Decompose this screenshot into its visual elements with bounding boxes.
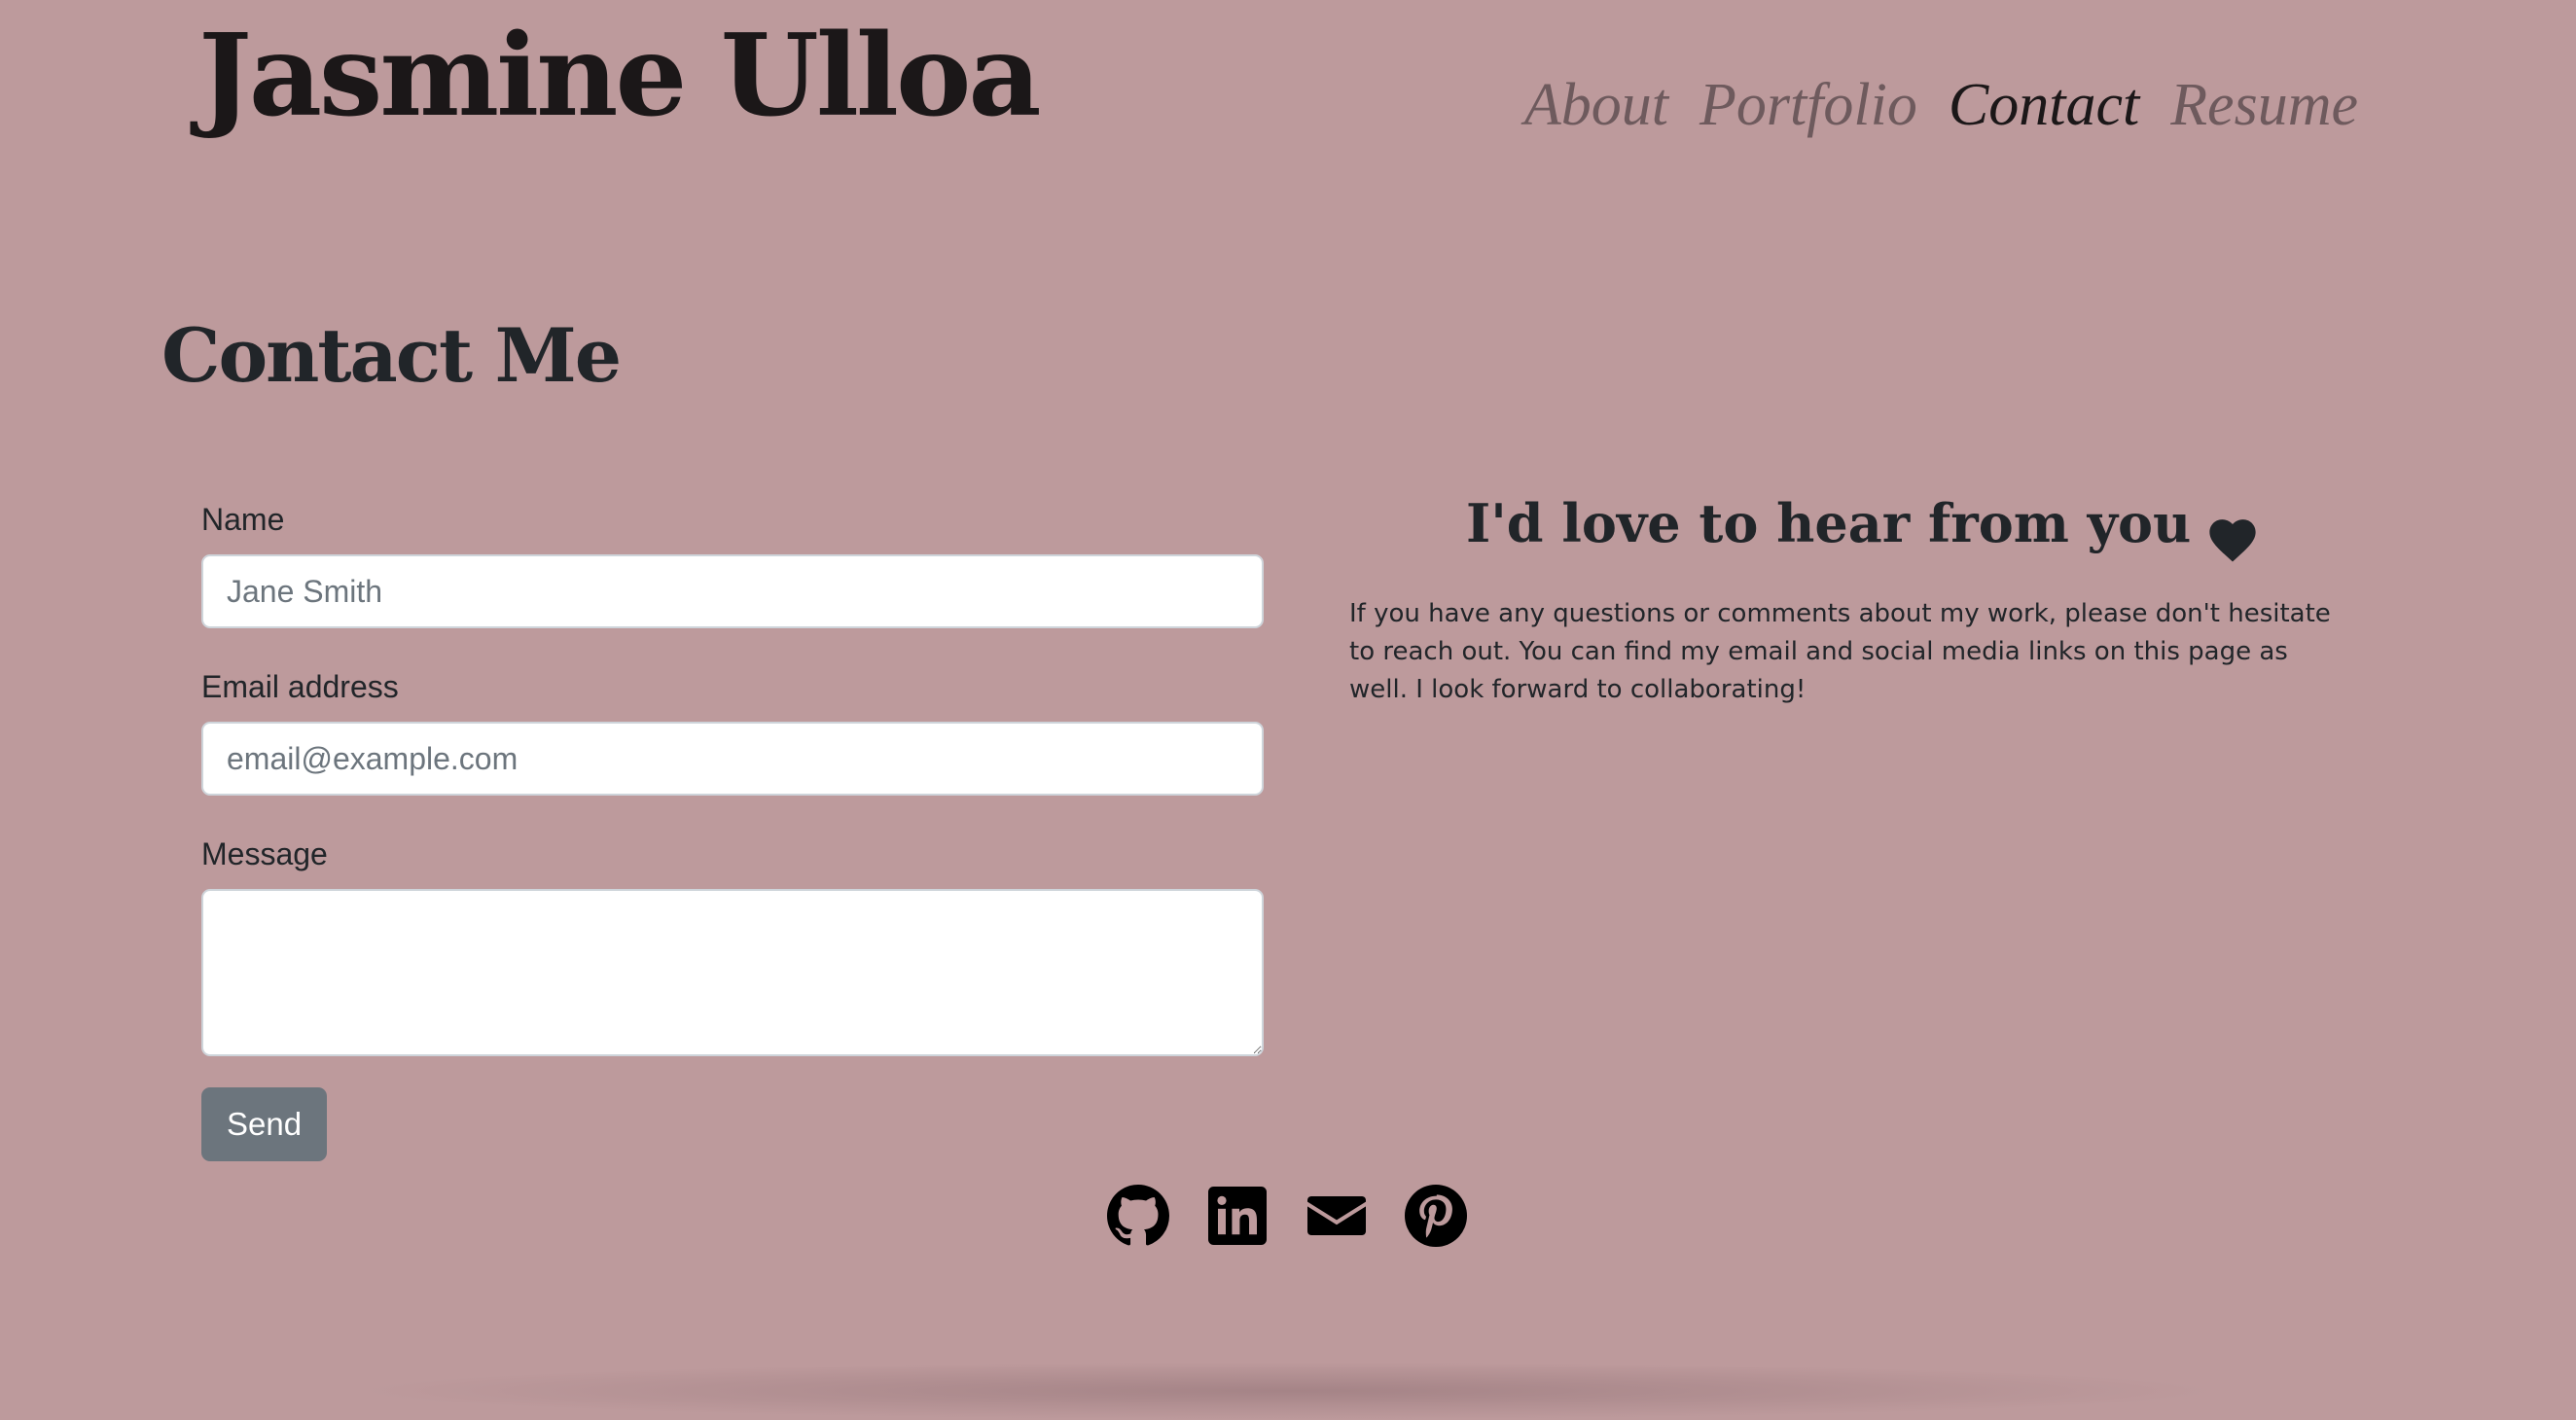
social-links bbox=[1107, 1185, 1467, 1247]
linkedin-icon[interactable] bbox=[1206, 1185, 1269, 1247]
email-label: Email address bbox=[201, 669, 399, 704]
name-label: Name bbox=[201, 502, 285, 537]
main-nav: About Portfolio Contact Resume bbox=[1524, 66, 2358, 144]
site-title: Jasmine Ulloa bbox=[198, 10, 1042, 142]
name-input[interactable] bbox=[201, 554, 1264, 628]
info-heading: I'd love to hear from you bbox=[1466, 477, 2342, 570]
nav-link-about[interactable]: About bbox=[1524, 66, 1668, 144]
nav-link-portfolio[interactable]: Portfolio bbox=[1699, 66, 1917, 144]
info-body: If you have any questions or comments ab… bbox=[1349, 599, 2331, 704]
nav-link-resume[interactable]: Resume bbox=[2170, 66, 2358, 144]
message-textarea[interactable] bbox=[201, 889, 1264, 1056]
page-heading: Contact Me bbox=[161, 312, 622, 399]
envelope-icon[interactable] bbox=[1306, 1185, 1368, 1247]
github-icon[interactable] bbox=[1107, 1185, 1169, 1247]
pinterest-icon[interactable] bbox=[1405, 1185, 1467, 1247]
info-heading-text: I'd love to hear from you bbox=[1466, 492, 2192, 554]
contact-form: Name Email address Message Send bbox=[201, 496, 1264, 1161]
email-input[interactable] bbox=[201, 722, 1264, 796]
message-label: Message bbox=[201, 836, 328, 871]
send-button[interactable]: Send bbox=[201, 1087, 328, 1161]
bottom-shadow bbox=[350, 1362, 2226, 1420]
contact-info: I'd love to hear from you If you have an… bbox=[1349, 477, 2342, 709]
nav-link-contact[interactable]: Contact bbox=[1949, 66, 2139, 144]
heart-icon bbox=[2204, 498, 2261, 562]
